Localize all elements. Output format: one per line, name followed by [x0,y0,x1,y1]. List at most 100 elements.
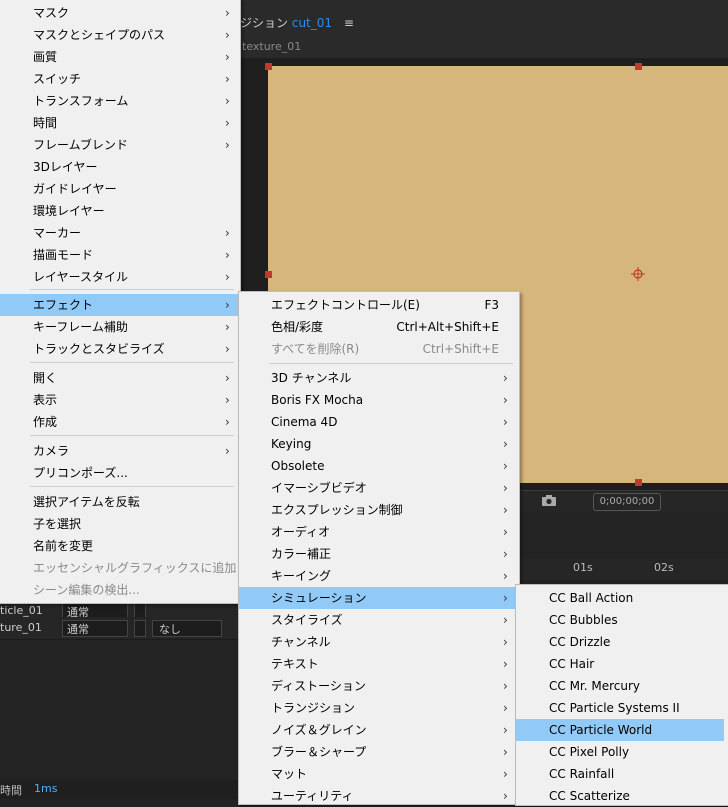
effect-menu-item-label: トランジション [271,701,356,715]
track-matte-dropdown[interactable]: なし [152,620,222,637]
current-time-display[interactable]: 0;00;00;00 [593,493,661,511]
layer-menu-item-キーフレーム補助[interactable]: キーフレーム補助 › [0,316,238,338]
effect-menu-item-ブラー-シャープ[interactable]: ブラー＆シャープ › [239,741,517,763]
layer-menu-item-マーカー[interactable]: マーカー › [0,222,238,244]
render-time-label: 時間 [0,784,22,797]
layer-menu-item-label: エッセンシャルグラフィックスに追加 [33,561,237,575]
layer-menu-item-時間[interactable]: 時間 › [0,112,238,134]
chevron-right-icon: › [225,444,230,458]
effect-menu-item-色相-彩度[interactable]: 色相/彩度 Ctrl+Alt+Shift+E [239,316,517,338]
layer-menu-item-3dレイヤー[interactable]: 3Dレイヤー [0,156,238,178]
bounding-handle-bc[interactable] [635,479,642,486]
layer-menu-item-フレームブレンド[interactable]: フレームブレンド › [0,134,238,156]
simulation-menu-item-label: CC Particle Systems II [549,701,680,715]
effect-menu-item-label: ブラー＆シャープ [271,745,367,759]
layer-row[interactable]: ture_01 通常 なし [0,617,240,640]
layer-menu-item-レイヤースタイル[interactable]: レイヤースタイル › [0,266,238,288]
layer-menu-item-label: 表示 [33,393,58,407]
layer-menu-item-カメラ[interactable]: カメラ › [0,440,238,462]
layer-menu-item-子を選択[interactable]: 子を選択 [0,513,238,535]
simulation-menu-item-cc-ball-action[interactable]: CC Ball Action [516,587,724,609]
layer-menu-item-表示[interactable]: 表示 › [0,389,238,411]
effect-menu-item-チャンネル[interactable]: チャンネル › [239,631,517,653]
effect-menu-item-ノイズ-グレイン[interactable]: ノイズ＆グレイン › [239,719,517,741]
chevron-right-icon: › [225,415,230,429]
layer-menu-item-開く[interactable]: 開く › [0,367,238,389]
layer-menu-item-画質[interactable]: 画質 › [0,46,238,68]
effect-menu-item-label: 色相/彩度 [271,320,324,334]
effect-menu-item-テキスト[interactable]: テキスト › [239,653,517,675]
menu-separator [30,362,234,363]
chevron-right-icon: › [225,50,230,64]
layer-menu-item-トラックとスタビライズ[interactable]: トラックとスタビライズ › [0,338,238,360]
layer-menu-item-シーン編集の検出[interactable]: シーン編集の検出... [0,579,238,601]
effect-menu-item-トランジション[interactable]: トランジション › [239,697,517,719]
layer-menu-item-作成[interactable]: 作成 › [0,411,238,433]
menu-separator [269,363,513,364]
layer-menu-item-label: 時間 [33,116,58,130]
effect-menu-item-カラー補正[interactable]: カラー補正 › [239,543,517,565]
effect-menu-item-cinema-4d[interactable]: Cinema 4D › [239,411,517,433]
effect-menu-item-シミュレーション[interactable]: シミュレーション › [239,587,517,609]
effect-menu-item-マット[interactable]: マット › [239,763,517,785]
layer-breadcrumb[interactable]: texture_01 [242,40,301,53]
effect-menu-item-shortcut: F3 [484,298,499,312]
anchor-point-icon[interactable] [631,267,645,281]
simulation-menu-item-cc-rainfall[interactable]: CC Rainfall [516,763,724,785]
layer-menu-item-描画モード[interactable]: 描画モード › [0,244,238,266]
layer-menu-item-マスクとシェイプのパス[interactable]: マスクとシェイプのパス › [0,24,238,46]
layer-menu-item-エフェクト[interactable]: エフェクト › [0,294,238,316]
effect-menu-item-keying[interactable]: Keying › [239,433,517,455]
simulation-menu-item-cc-particle-world[interactable]: CC Particle World [516,719,724,741]
layer-menu-item-label: 作成 [33,415,58,429]
effect-menu-item-3d-チャンネル[interactable]: 3D チャンネル › [239,367,517,389]
layer-menu-item-プリコンポーズ[interactable]: プリコンポーズ... [0,462,238,484]
layer-menu-item-ガイドレイヤー[interactable]: ガイドレイヤー [0,178,238,200]
chevron-right-icon: › [503,481,508,495]
effect-menu-item-エフェクトコントロール-e[interactable]: エフェクトコントロール(E) F3 [239,294,517,316]
layer-menu-item-トランスフォーム[interactable]: トランスフォーム › [0,90,238,112]
panel-menu-icon[interactable]: ≡ [344,16,354,30]
layer-menu-item-マスク[interactable]: マスク › [0,2,238,24]
simulation-menu-item-cc-hair[interactable]: CC Hair [516,653,724,675]
layer-menu-item-label: 環境レイヤー [33,204,105,218]
effect-menu-item-すべてを削除-r[interactable]: すべてを削除(R) Ctrl+Shift+E [239,338,517,360]
simulation-menu-item-cc-bubbles[interactable]: CC Bubbles [516,609,724,631]
effect-menu-item-obsolete[interactable]: Obsolete › [239,455,517,477]
effect-menu-item-スタイライズ[interactable]: スタイライズ › [239,609,517,631]
layer-menu-item-名前を変更[interactable]: 名前を変更 [0,535,238,557]
effect-menu-item-エクスプレッション制御[interactable]: エクスプレッション制御 › [239,499,517,521]
effect-menu-item-boris-fx-mocha[interactable]: Boris FX Mocha › [239,389,517,411]
effect-menu-item-オーディオ[interactable]: オーディオ › [239,521,517,543]
simulation-menu-item-cc-mr-mercury[interactable]: CC Mr. Mercury [516,675,724,697]
chevron-right-icon: › [225,138,230,152]
chevron-right-icon: › [225,72,230,86]
menu-separator [30,486,234,487]
simulation-menu-item-cc-pixel-polly[interactable]: CC Pixel Polly [516,741,724,763]
snapshot-camera-icon[interactable] [542,494,556,506]
layer-menu-item-環境レイヤー[interactable]: 環境レイヤー [0,200,238,222]
effect-menu-item-ディストーション[interactable]: ディストーション › [239,675,517,697]
layer-menu-item-label: レイヤースタイル [33,270,129,284]
chevron-right-icon: › [225,116,230,130]
layer-menu-item-エッセンシャルグラフィックスに追加[interactable]: エッセンシャルグラフィックスに追加 [0,557,238,579]
effect-menu-item-イマーシブビデオ[interactable]: イマーシブビデオ › [239,477,517,499]
bounding-handle-tc[interactable] [635,63,642,70]
simulation-menu-item-cc-particle-systems-ii[interactable]: CC Particle Systems II [516,697,724,719]
layer-menu-item-label: スイッチ [33,72,82,86]
layer-menu-item-label: 子を選択 [33,517,82,531]
layer-menu-item-選択アイテムを反転[interactable]: 選択アイテムを反転 [0,491,238,513]
effect-menu-item-ユーティリティ[interactable]: ユーティリティ › [239,785,517,807]
timeline-layer-list: ticle_01 通常 ture_01 通常 なし [0,600,240,800]
simulation-menu-item-cc-scatterize[interactable]: CC Scatterize [516,785,724,807]
bounding-handle-tl[interactable] [265,63,272,70]
composition-tab[interactable]: ジション cut_01 ≡ [240,10,354,36]
layer-menu-item-スイッチ[interactable]: スイッチ › [0,68,238,90]
chevron-right-icon: › [503,745,508,759]
effect-menu-item-キーイング[interactable]: キーイング › [239,565,517,587]
layer-menu-item-label: シーン編集の検出... [33,583,140,597]
simulation-menu-item-cc-drizzle[interactable]: CC Drizzle [516,631,724,653]
blend-mode-dropdown[interactable]: 通常 [62,620,128,637]
bounding-handle-ml[interactable] [265,271,272,278]
preserve-transparency-checkbox[interactable] [134,620,146,637]
